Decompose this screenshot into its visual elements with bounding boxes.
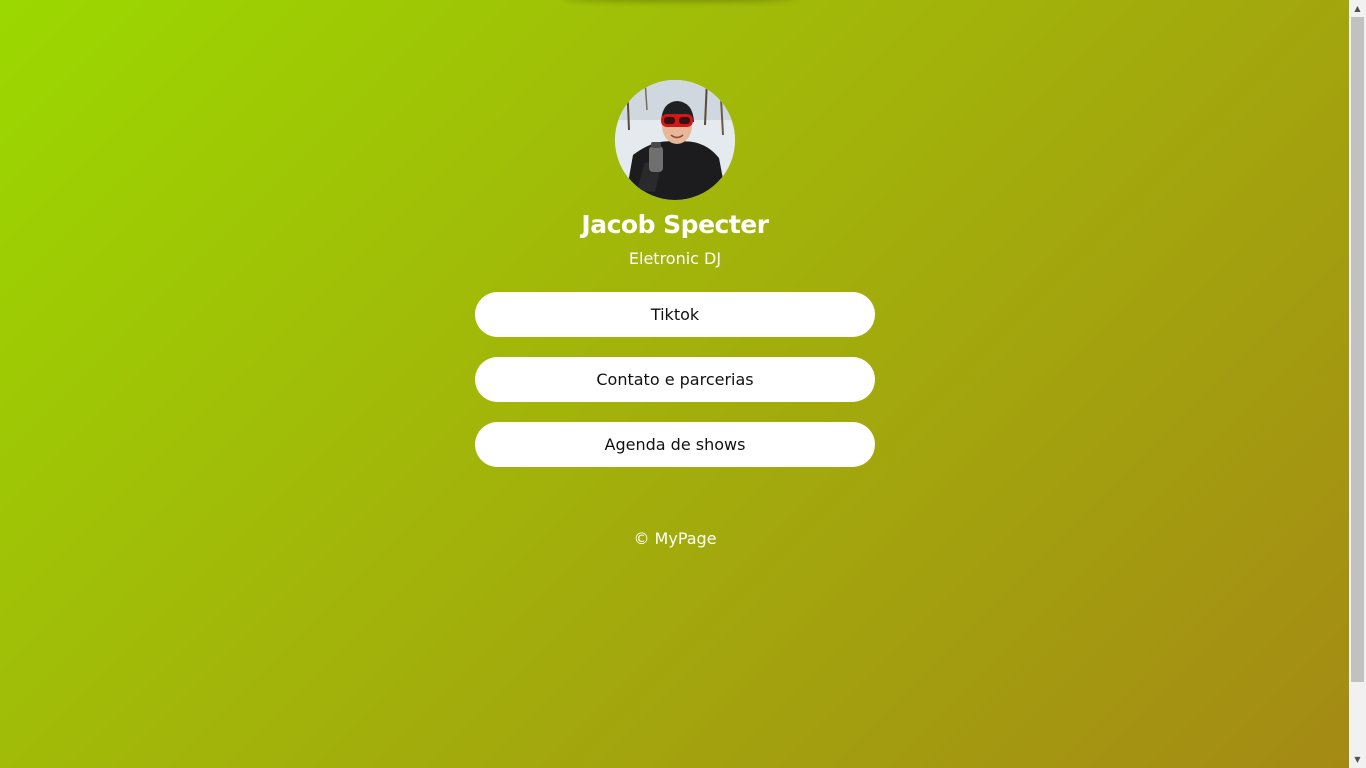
footer-copyright: © MyPage xyxy=(633,529,717,548)
browser-viewport: Jacob Specter Eletronic DJ Tiktok Contat… xyxy=(0,0,1366,768)
tiktok-link-button[interactable]: Tiktok xyxy=(475,292,875,337)
scroll-up-icon[interactable]: ▲ xyxy=(1349,0,1366,17)
link-page: Jacob Specter Eletronic DJ Tiktok Contat… xyxy=(0,0,1349,768)
vertical-scrollbar[interactable]: ▲ ▼ xyxy=(1349,0,1366,768)
profile-name: Jacob Specter xyxy=(581,210,769,239)
scrollbar-thumb[interactable] xyxy=(1351,17,1364,682)
contact-link-button[interactable]: Contato e parcerias xyxy=(475,357,875,402)
avatar xyxy=(615,80,735,200)
avatar-photo-icon xyxy=(615,80,735,200)
scroll-down-icon[interactable]: ▼ xyxy=(1349,751,1366,768)
profile-subtitle: Eletronic DJ xyxy=(628,249,722,268)
shows-schedule-link-button[interactable]: Agenda de shows xyxy=(475,422,875,467)
